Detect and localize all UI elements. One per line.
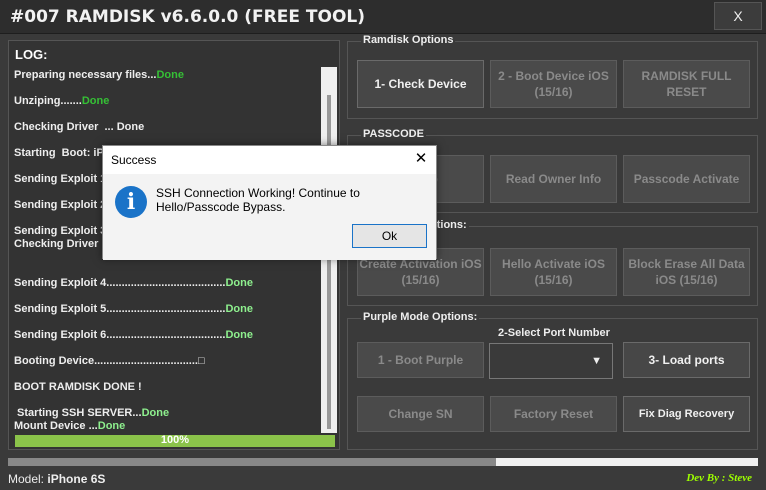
boot-device-button[interactable]: 2 - Boot Device iOS (15/16) bbox=[490, 60, 617, 108]
purple-mode-title: Purple Mode Options: bbox=[361, 311, 480, 323]
fix-diag-recovery-button[interactable]: Fix Diag Recovery bbox=[623, 396, 750, 432]
load-ports-button[interactable]: 3- Load ports bbox=[623, 342, 750, 378]
success-dialog: Success ✕ i SSH Connection Working! Cont… bbox=[102, 145, 437, 260]
log-progress-label: 100% bbox=[160, 434, 190, 446]
ramdisk-options-group: Ramdisk Options 1- Check Device 2 - Boot… bbox=[347, 34, 758, 119]
block-erase-button[interactable]: Block Erase All Data iOS (15/16) bbox=[623, 248, 750, 296]
log-line: Sending Exploit 1 bbox=[14, 173, 107, 185]
log-line: Preparing necessary files...Done bbox=[14, 69, 184, 81]
log-progress-bar: 100% bbox=[15, 434, 335, 447]
model-status: Model: iPhone 6S bbox=[8, 472, 105, 486]
log-line: Sending Exploit 3 bbox=[14, 225, 107, 237]
log-line: Sending Exploit 4.......................… bbox=[14, 277, 253, 289]
purple-mode-group: Purple Mode Options: 2-Select Port Numbe… bbox=[347, 311, 758, 450]
dialog-title: Success bbox=[111, 153, 157, 167]
chevron-down-icon: ▼ bbox=[591, 355, 602, 367]
log-line: Booting Device..........................… bbox=[14, 355, 205, 367]
log-line: Mount Device ...Done bbox=[14, 420, 126, 432]
model-label: Model: bbox=[8, 472, 45, 486]
dialog-title-bar: Success ✕ bbox=[103, 146, 436, 174]
title-bar: #007 RAMDISK v6.6.0.0 (FREE TOOL) X bbox=[0, 0, 766, 34]
log-line: Checking Driver bbox=[14, 238, 99, 250]
log-line: BOOT RAMDISK DONE ! bbox=[14, 381, 142, 393]
passcode-title: PASSCODE bbox=[361, 128, 426, 140]
change-sn-button[interactable]: Change SN bbox=[357, 396, 484, 432]
log-line: Starting SSH SERVER...Done bbox=[14, 407, 170, 419]
window-title: #007 RAMDISK v6.6.0.0 (FREE TOOL) bbox=[10, 7, 365, 27]
close-button[interactable]: X bbox=[714, 2, 762, 30]
dialog-close-icon[interactable]: ✕ bbox=[412, 150, 430, 168]
log-line: Starting Boot: iP bbox=[14, 147, 104, 159]
log-line: Unziping.......Done bbox=[14, 95, 110, 107]
log-line: Checking Driver ... Done bbox=[14, 121, 145, 133]
log-line: Sending Exploit 5.......................… bbox=[14, 303, 253, 315]
dialog-body: i SSH Connection Working! Continue to He… bbox=[103, 174, 436, 260]
log-line: Sending Exploit 6.......................… bbox=[14, 329, 253, 341]
dialog-message: SSH Connection Working! Continue to Hell… bbox=[156, 186, 360, 214]
info-icon: i bbox=[115, 186, 147, 218]
ok-button[interactable]: Ok bbox=[352, 224, 427, 248]
hello-activate-button[interactable]: Hello Activate iOS (15/16) bbox=[490, 248, 617, 296]
ramdisk-options-title: Ramdisk Options bbox=[361, 34, 456, 46]
ramdisk-full-reset-button[interactable]: RAMDISK FULL RESET bbox=[623, 60, 750, 108]
port-select[interactable]: ▼ bbox=[489, 343, 613, 379]
model-value: iPhone 6S bbox=[47, 472, 106, 486]
check-device-button[interactable]: 1- Check Device bbox=[357, 60, 484, 108]
log-header: LOG: bbox=[15, 47, 48, 62]
port-number-label: 2-Select Port Number bbox=[498, 327, 610, 339]
passcode-activate-button[interactable]: Passcode Activate bbox=[623, 155, 750, 203]
main-progress-fill bbox=[8, 458, 496, 466]
factory-reset-button[interactable]: Factory Reset bbox=[490, 396, 617, 432]
main-progress-bar bbox=[8, 458, 758, 466]
boot-purple-button[interactable]: 1 - Boot Purple bbox=[357, 342, 484, 378]
log-line: Sending Exploit 2 bbox=[14, 199, 107, 211]
read-owner-info-button[interactable]: Read Owner Info bbox=[490, 155, 617, 203]
dev-credit: Dev By : Steve bbox=[686, 472, 752, 484]
